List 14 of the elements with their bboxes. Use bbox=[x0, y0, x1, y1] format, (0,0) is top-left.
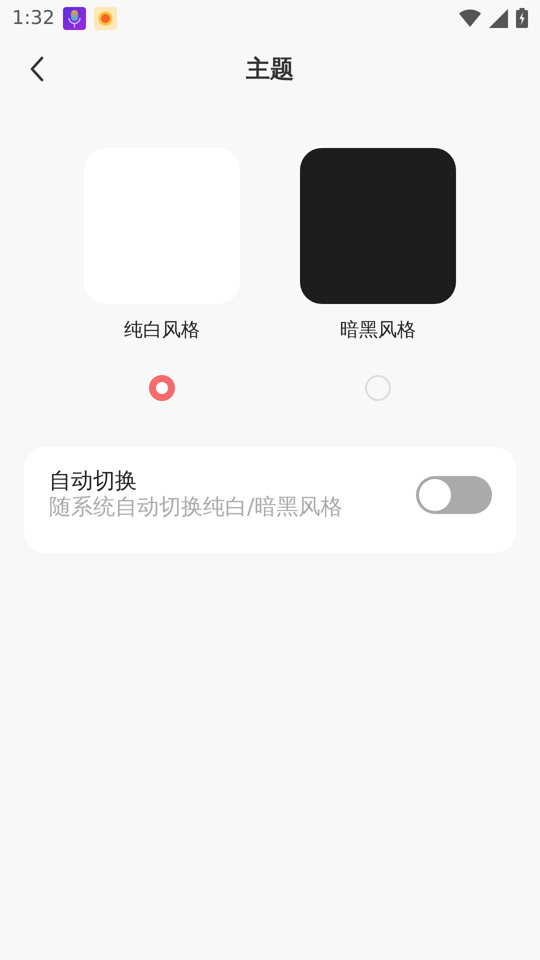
theme-label: 暗黑风格 bbox=[340, 318, 416, 343]
microphone-app-icon bbox=[62, 6, 86, 30]
wifi-icon bbox=[459, 9, 481, 27]
radio-button[interactable] bbox=[149, 374, 175, 400]
signal-icon bbox=[489, 8, 508, 28]
page-title: 主题 bbox=[246, 54, 294, 85]
setting-title: 自动切换 bbox=[49, 468, 138, 495]
sun-app-icon bbox=[94, 6, 117, 30]
toggle-switch[interactable] bbox=[416, 476, 492, 514]
battery-icon bbox=[516, 8, 528, 28]
back-icon bbox=[28, 55, 46, 83]
status-time: 1:32 bbox=[12, 6, 55, 31]
setting-description: 随系统自动切换纯白/暗黑风格 bbox=[49, 494, 344, 522]
theme-label: 纯白风格 bbox=[124, 318, 200, 343]
